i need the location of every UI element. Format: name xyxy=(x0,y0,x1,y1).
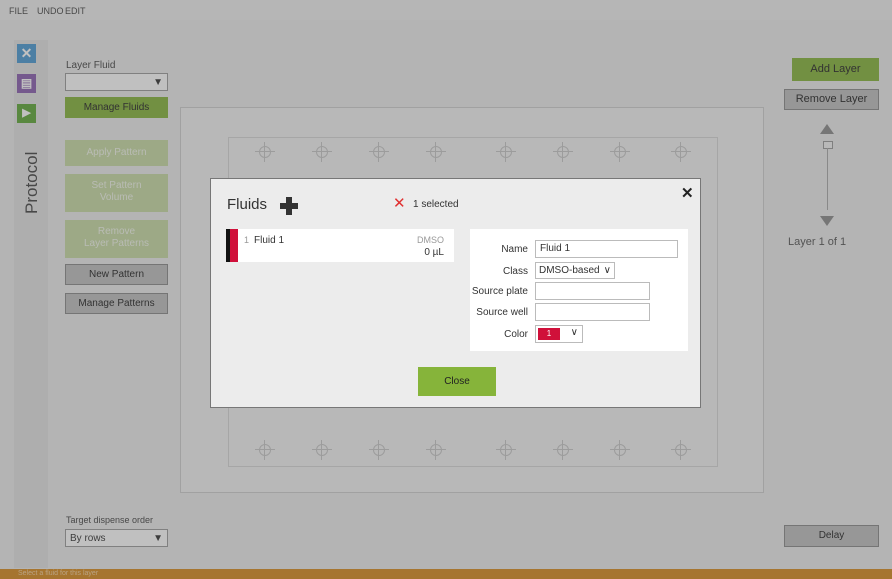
color-select[interactable]: 1 ∨ xyxy=(535,325,583,343)
source-well-field[interactable] xyxy=(535,303,650,321)
name-field[interactable]: Fluid 1 xyxy=(535,240,678,258)
deselect-icon[interactable]: ✕ xyxy=(393,194,406,212)
class-value: DMSO-based xyxy=(539,265,600,276)
chevron-down-icon: ∨ xyxy=(603,265,611,276)
fluid-volume: 0 µL xyxy=(424,247,444,258)
dialog-title: Fluids xyxy=(227,196,268,213)
fluid-name: Fluid 1 xyxy=(254,235,285,246)
source-plate-field[interactable] xyxy=(535,282,650,300)
fluids-dialog: Fluids ✕ 1 selected ✕ 1 Fluid 1 DMSO 0 µ… xyxy=(210,178,701,408)
name-label: Name xyxy=(501,244,528,255)
source-well-label: Source well xyxy=(476,307,528,318)
fluid-properties-form: Name Fluid 1 Class DMSO-based ∨ Source p… xyxy=(470,229,688,351)
color-swatch: 1 xyxy=(538,328,560,340)
fluid-index: 1 xyxy=(244,235,250,245)
source-plate-label: Source plate xyxy=(471,286,528,297)
color-label: Color xyxy=(504,329,528,340)
selected-count: 1 selected xyxy=(413,199,459,210)
fluid-list-item[interactable]: 1 Fluid 1 DMSO 0 µL xyxy=(226,229,454,262)
class-label: Class xyxy=(502,266,528,277)
fluid-color-swatch xyxy=(230,229,238,262)
close-button[interactable]: Close xyxy=(418,367,496,396)
add-fluid-icon[interactable] xyxy=(280,197,298,215)
class-select[interactable]: DMSO-based ∨ xyxy=(535,262,615,279)
close-dialog-icon[interactable]: ✕ xyxy=(681,184,694,202)
chevron-down-icon: ∨ xyxy=(570,327,578,338)
fluid-class: DMSO xyxy=(417,235,444,245)
